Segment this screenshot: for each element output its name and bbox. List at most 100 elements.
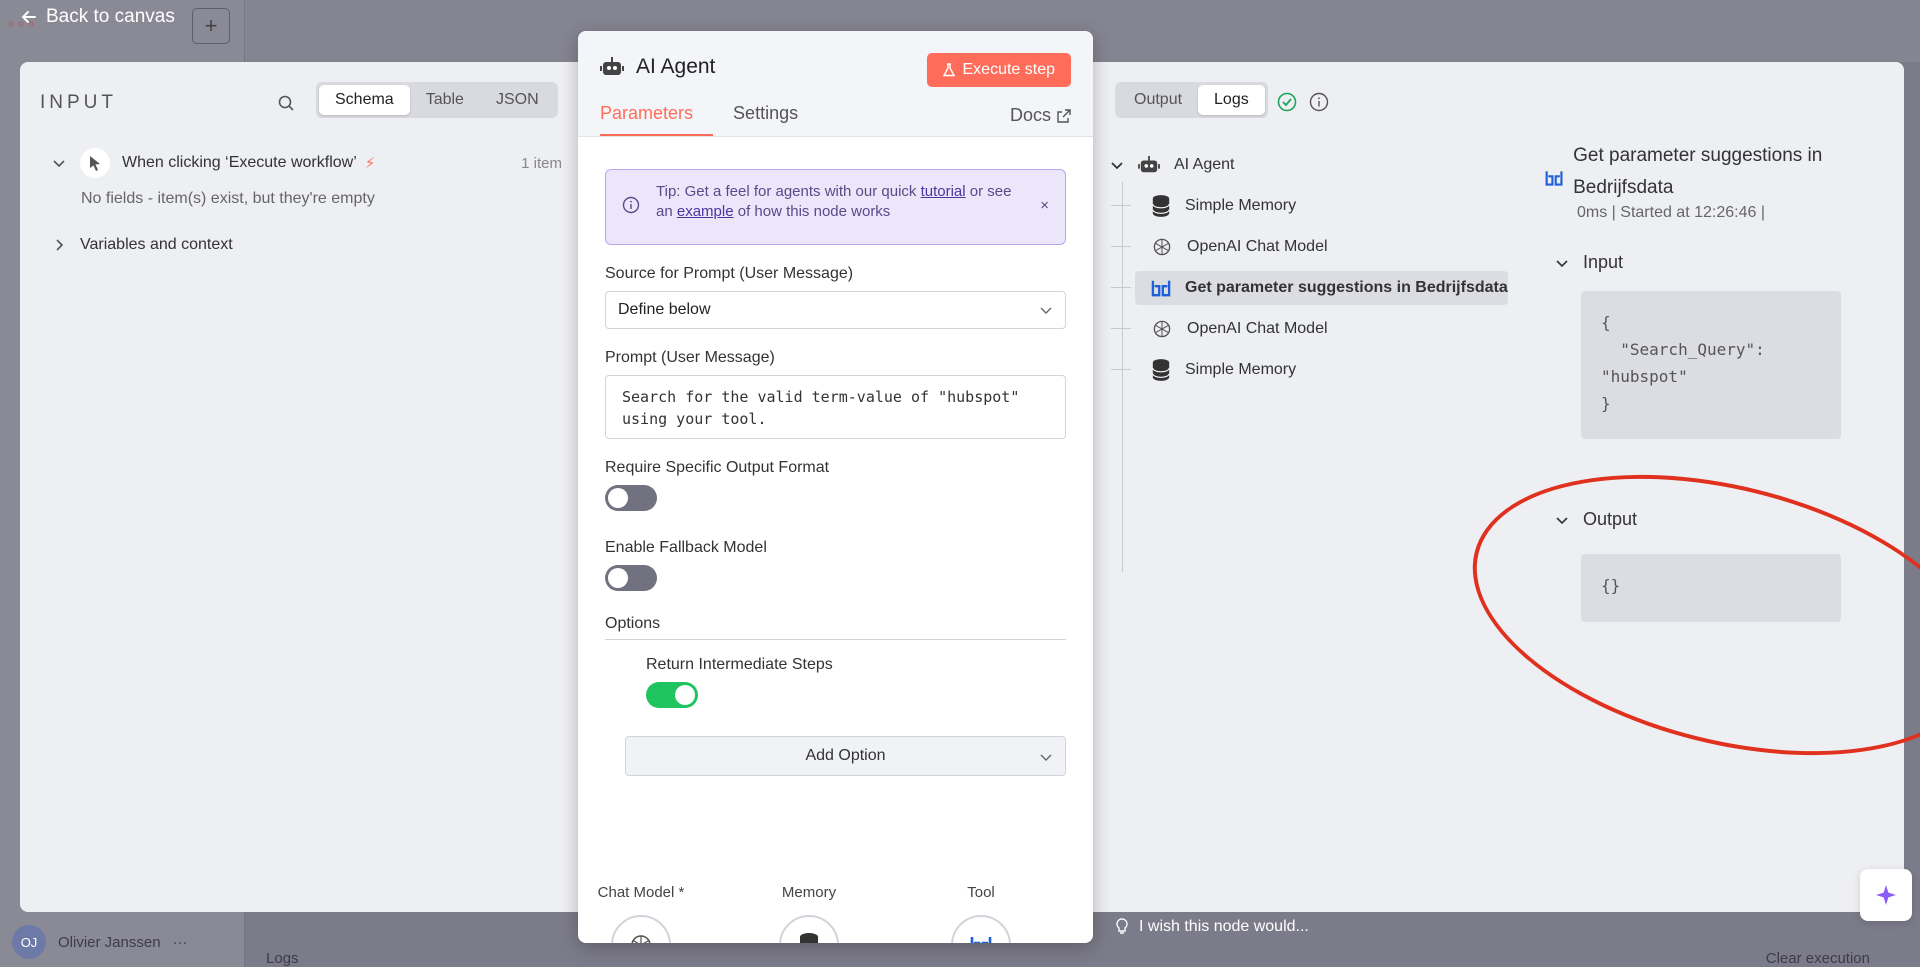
user-name: Olivier Janssen xyxy=(58,933,161,951)
arrow-left-icon xyxy=(21,11,36,23)
more-icon[interactable]: ··· xyxy=(173,934,188,951)
external-link-icon xyxy=(1057,108,1071,123)
info-icon xyxy=(622,196,640,214)
input-title: INPUT xyxy=(40,92,117,113)
add-option-label: Add Option xyxy=(805,747,886,764)
tree-item-openai-chat-model[interactable]: OpenAI Chat Model xyxy=(1111,230,1508,264)
fallback-label: Enable Fallback Model xyxy=(605,539,767,556)
chevron-right-icon xyxy=(56,239,64,251)
execute-step-button[interactable]: Execute step xyxy=(926,53,1071,87)
execute-step-label: Execute step xyxy=(962,61,1056,78)
output-format-label: Require Specific Output Format xyxy=(605,459,830,476)
chat-model-connector-label: Chat Model * xyxy=(597,884,685,901)
variables-context-row[interactable]: Variables and context xyxy=(52,236,233,254)
tree-item-label: OpenAI Chat Model xyxy=(1187,320,1328,337)
tab-settings[interactable]: Settings xyxy=(733,103,818,136)
tool-connector-label: Tool xyxy=(967,884,995,901)
source-select-value: Define below xyxy=(618,301,711,318)
user-menu[interactable]: OJ Olivier Janssen ··· xyxy=(12,925,188,959)
tab-parameters[interactable]: Parameters xyxy=(600,103,714,136)
database-icon xyxy=(1152,195,1170,217)
avatar: OJ xyxy=(12,925,46,959)
intermediate-steps-toggle[interactable] xyxy=(646,682,698,708)
empty-fields-note: No fields - item(s) exist, but they're e… xyxy=(81,190,375,207)
sparkle-icon xyxy=(1876,885,1896,905)
tree-item-openai-chat-model[interactable]: OpenAI Chat Model xyxy=(1111,312,1508,346)
output-view-switch: Output Logs xyxy=(1115,82,1268,118)
output-format-toggle[interactable] xyxy=(605,485,657,511)
robot-icon xyxy=(1138,155,1160,173)
back-to-canvas-label: Back to canvas xyxy=(46,6,175,27)
feedback-wish[interactable]: I wish this node would... xyxy=(1115,918,1309,936)
tree-item-label: Simple Memory xyxy=(1185,197,1297,214)
tab-output[interactable]: Output xyxy=(1118,85,1198,115)
tip-callout: Tip: Get a feel for agents with our quic… xyxy=(605,169,1066,245)
tab-table[interactable]: Table xyxy=(410,85,480,115)
input-json-box: { "Search_Query": "hubspot" } xyxy=(1581,291,1841,439)
chevron-down-icon xyxy=(1040,307,1052,314)
detail-title: Get parameter suggestions in Bedrijfsdat… xyxy=(1545,140,1865,204)
tool-connector[interactable] xyxy=(951,915,1011,943)
node-header: AI Agent Execute step Parameters Setting… xyxy=(578,31,1093,137)
input-panel: INPUT Schema Table JSON When clicking ‘E… xyxy=(20,62,580,912)
ai-assistant-button[interactable] xyxy=(1860,869,1912,921)
tree-root-ai-agent[interactable]: AI Agent xyxy=(1110,148,1510,182)
success-check-icon xyxy=(1277,92,1297,112)
example-link[interactable]: example xyxy=(677,203,734,220)
database-icon xyxy=(1152,359,1170,381)
prompt-textarea[interactable]: Search for the valid term-value of "hubs… xyxy=(605,375,1066,439)
bedrijfsdata-icon xyxy=(970,937,992,943)
tab-schema[interactable]: Schema xyxy=(319,85,410,115)
detail-meta: 0ms | Started at 12:26:46 | xyxy=(1577,204,1765,221)
add-option-button[interactable]: Add Option xyxy=(625,736,1066,776)
tree-item-simple-memory[interactable]: Simple Memory xyxy=(1111,353,1508,387)
input-section-label: Input xyxy=(1583,252,1624,272)
trigger-node-row[interactable]: When clicking ‘Execute workflow’ ⚡ 1 ite… xyxy=(52,148,562,178)
chevron-down-icon[interactable] xyxy=(52,156,66,170)
cursor-icon xyxy=(80,148,110,178)
tree-item-bedrijfsdata-selected[interactable]: Get parameter suggestions in Bedrijfsdat… xyxy=(1111,271,1508,305)
tree-connector-line xyxy=(1122,182,1123,572)
source-select[interactable]: Define below xyxy=(605,291,1066,329)
chat-model-connector[interactable] xyxy=(611,915,671,943)
node-title: AI Agent xyxy=(600,55,715,79)
execution-log-tree: AI Agent Simple Memory OpenAI Chat Model… xyxy=(1110,148,1510,572)
docs-label: Docs xyxy=(1009,105,1051,125)
docs-link[interactable]: Docs xyxy=(1010,105,1071,126)
lightning-icon: ⚡ xyxy=(364,155,376,172)
options-heading: Options xyxy=(605,615,1066,640)
chevron-down-icon[interactable] xyxy=(1110,158,1124,172)
tree-root-label: AI Agent xyxy=(1174,156,1235,173)
add-plus-button[interactable]: + xyxy=(192,8,230,44)
logs-label: Logs xyxy=(266,950,299,967)
database-icon xyxy=(800,933,818,943)
tree-item-label: Get parameter suggestions in Bedrijfsdat… xyxy=(1185,279,1508,296)
search-icon[interactable] xyxy=(277,94,295,112)
tutorial-link[interactable]: tutorial xyxy=(921,183,966,200)
tab-json[interactable]: JSON xyxy=(480,85,555,115)
memory-connector-label: Memory xyxy=(781,884,837,901)
chevron-down-icon xyxy=(1040,754,1052,761)
node-tabs: Parameters Settings xyxy=(600,103,818,136)
back-to-canvas-link[interactable]: Back to canvas xyxy=(20,6,175,28)
input-section-toggle[interactable]: Input xyxy=(1555,252,1865,273)
close-icon[interactable]: × xyxy=(1040,196,1049,216)
prompt-label: Prompt (User Message) xyxy=(605,349,775,366)
fallback-toggle[interactable] xyxy=(605,565,657,591)
flask-icon xyxy=(942,63,955,77)
options-block: Return Intermediate Steps xyxy=(605,656,1066,708)
memory-connector[interactable] xyxy=(779,915,839,943)
tab-logs[interactable]: Logs xyxy=(1198,85,1265,115)
info-icon[interactable] xyxy=(1309,92,1329,112)
intermediate-steps-label: Return Intermediate Steps xyxy=(646,656,833,673)
robot-icon xyxy=(600,57,624,75)
tree-item-simple-memory[interactable]: Simple Memory xyxy=(1111,189,1508,223)
tree-item-label: OpenAI Chat Model xyxy=(1187,238,1328,255)
chevron-down-icon xyxy=(1556,259,1568,267)
detail-title-label: Get parameter suggestions in Bedrijfsdat… xyxy=(1573,145,1823,198)
openai-icon xyxy=(1153,238,1171,256)
node-settings-panel: AI Agent Execute step Parameters Setting… xyxy=(578,31,1093,943)
bedrijfsdata-icon xyxy=(1545,171,1563,186)
clear-execution-button[interactable]: Clear execution xyxy=(1766,950,1870,967)
variables-label: Variables and context xyxy=(80,236,233,253)
